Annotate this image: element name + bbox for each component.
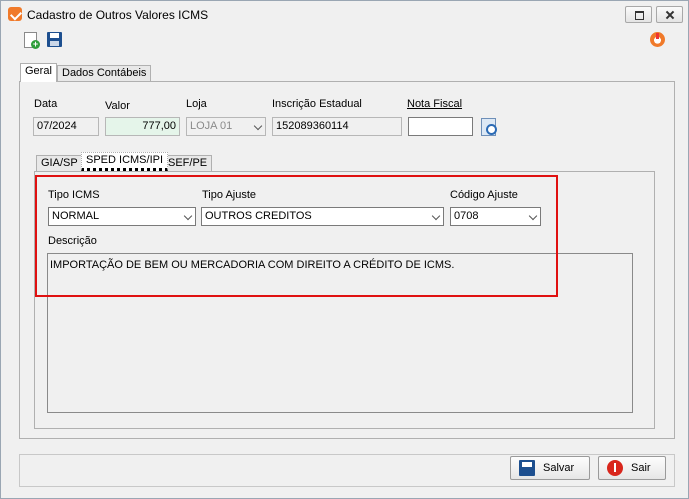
loja-select[interactable]: LOJA 01 bbox=[186, 117, 266, 136]
tipo-icms-select[interactable]: NORMAL bbox=[48, 207, 196, 226]
new-document-icon[interactable]: + bbox=[22, 31, 40, 49]
tab-geral[interactable]: Geral bbox=[20, 63, 57, 82]
tipo-icms-value: NORMAL bbox=[52, 210, 100, 222]
save-disk-icon[interactable] bbox=[46, 31, 64, 49]
app-check-icon bbox=[8, 7, 22, 21]
title-bar: Cadastro de Outros Valores ICMS bbox=[1, 1, 688, 27]
data-field[interactable]: 07/2024 bbox=[33, 117, 99, 136]
exit-icon bbox=[607, 460, 623, 476]
loja-label: Loja bbox=[186, 98, 207, 110]
inscricao-label: Inscrição Estadual bbox=[272, 98, 362, 110]
search-document-icon[interactable] bbox=[479, 117, 499, 137]
tipo-ajuste-label: Tipo Ajuste bbox=[202, 189, 257, 201]
inscricao-field[interactable]: 152089360114 bbox=[272, 117, 402, 136]
chevron-down-icon bbox=[528, 211, 538, 221]
tipo-icms-label: Tipo ICMS bbox=[48, 189, 100, 201]
power-icon[interactable] bbox=[650, 32, 665, 47]
tipo-ajuste-value: OUTROS CREDITOS bbox=[205, 210, 312, 222]
chevron-down-icon bbox=[431, 211, 441, 221]
tab-gia-sp[interactable]: GIA/SP bbox=[36, 155, 83, 171]
save-disk-icon bbox=[519, 460, 535, 476]
nota-fiscal-link[interactable]: Nota Fiscal bbox=[407, 98, 462, 110]
valor-label: Valor bbox=[105, 100, 130, 112]
chevron-down-icon bbox=[183, 211, 193, 221]
codigo-ajuste-value: 0708 bbox=[454, 210, 479, 222]
loja-value: LOJA 01 bbox=[190, 120, 233, 132]
codigo-ajuste-label: Código Ajuste bbox=[450, 189, 518, 201]
tab-sped-icms-ipi[interactable]: SPED ICMS/IPI bbox=[81, 152, 169, 171]
window-title: Cadastro de Outros Valores ICMS bbox=[27, 8, 209, 22]
tipo-ajuste-select[interactable]: OUTROS CREDITOS bbox=[201, 207, 444, 226]
chevron-down-icon bbox=[253, 121, 263, 131]
nota-fiscal-field[interactable] bbox=[408, 117, 473, 136]
salvar-label: Salvar bbox=[543, 462, 575, 474]
descricao-label: Descrição bbox=[48, 235, 97, 247]
tab-sef-pe[interactable]: SEF/PE bbox=[163, 155, 213, 171]
close-button[interactable] bbox=[656, 6, 683, 23]
sair-label: Sair bbox=[631, 462, 651, 474]
sair-button[interactable]: Sair bbox=[598, 456, 666, 480]
main-window: Cadastro de Outros Valores ICMS + Dados … bbox=[0, 0, 689, 499]
valor-field[interactable]: 777,00 bbox=[105, 117, 180, 136]
salvar-button[interactable]: Salvar bbox=[510, 456, 590, 480]
codigo-ajuste-select[interactable]: 0708 bbox=[450, 207, 541, 226]
data-label: Data bbox=[34, 98, 58, 110]
restore-button[interactable] bbox=[625, 6, 652, 23]
tab-dados-contabeis[interactable]: Dados Contábeis bbox=[57, 65, 152, 81]
descricao-textarea[interactable]: IMPORTAÇÃO DE BEM OU MERCADORIA COM DIRE… bbox=[47, 253, 633, 413]
